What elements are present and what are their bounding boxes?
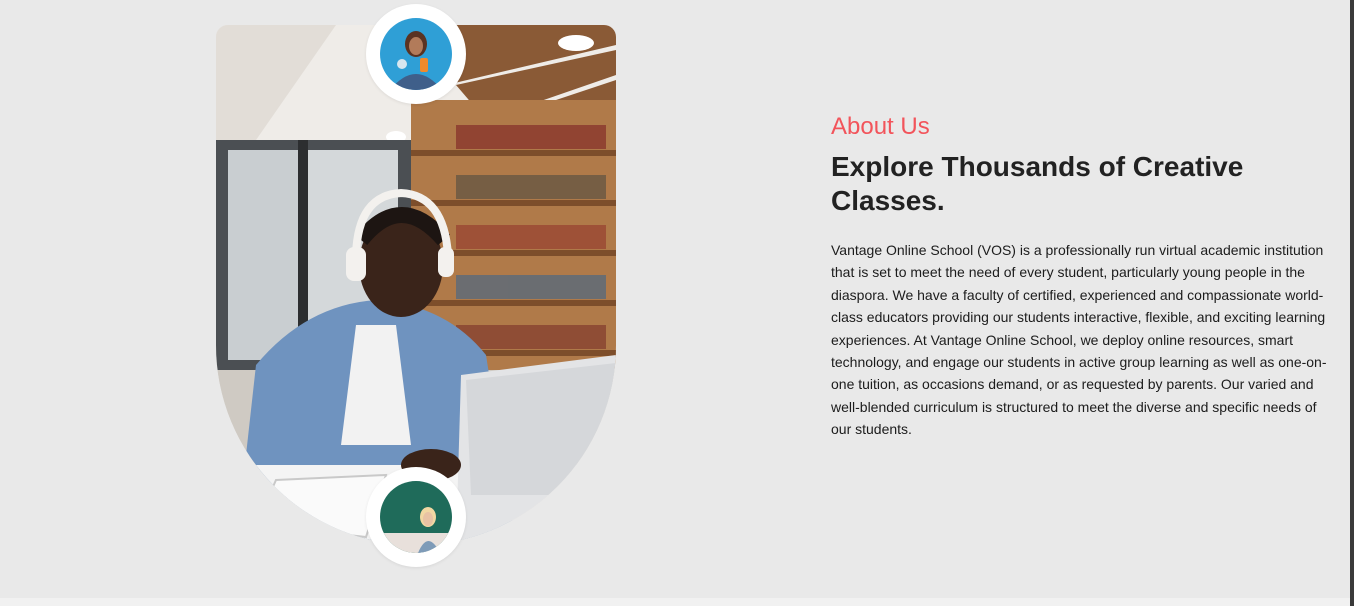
teacher-photo [380,481,452,553]
about-section: About Us Explore Thousands of Creative C… [0,0,1354,606]
student-avatar-badge-top [366,4,466,104]
window-edge [1350,0,1354,606]
teacher-avatar-badge-bottom [366,467,466,567]
about-description: Vantage Online School (VOS) is a profess… [831,242,1327,438]
section-bottom-divider [0,598,1350,606]
section-headline: Explore Thousands of Creative Classes. [831,151,1244,216]
student-girl-photo [380,18,452,90]
section-eyebrow-label: About Us [831,113,930,140]
